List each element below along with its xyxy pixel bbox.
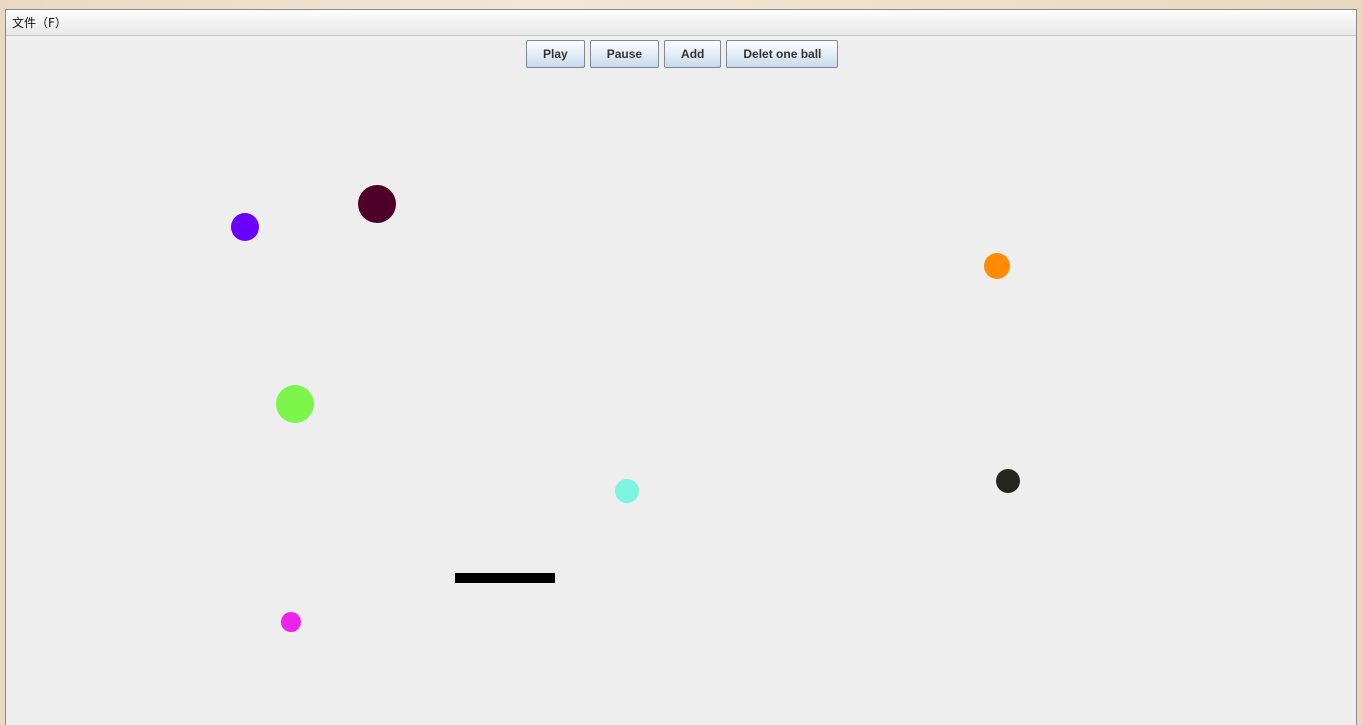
pause-button[interactable]: Pause bbox=[589, 40, 660, 68]
ball bbox=[984, 253, 1010, 279]
ball bbox=[276, 385, 314, 423]
paddle[interactable] bbox=[455, 573, 555, 583]
menu-file[interactable]: 文件（F） bbox=[6, 14, 73, 31]
ball bbox=[615, 479, 639, 503]
ball bbox=[231, 213, 259, 241]
add-button[interactable]: Add bbox=[664, 40, 722, 68]
toolbar: Play Pause Add Delet one ball bbox=[526, 40, 839, 68]
menu-bar: 文件（F） bbox=[6, 10, 1356, 36]
play-button[interactable]: Play bbox=[526, 40, 585, 68]
ball bbox=[358, 185, 396, 223]
ball bbox=[996, 469, 1020, 493]
delete-ball-button[interactable]: Delet one ball bbox=[726, 40, 839, 68]
ball bbox=[281, 612, 301, 632]
game-window: 文件（F） Play Pause Add Delet one ball bbox=[5, 9, 1357, 725]
